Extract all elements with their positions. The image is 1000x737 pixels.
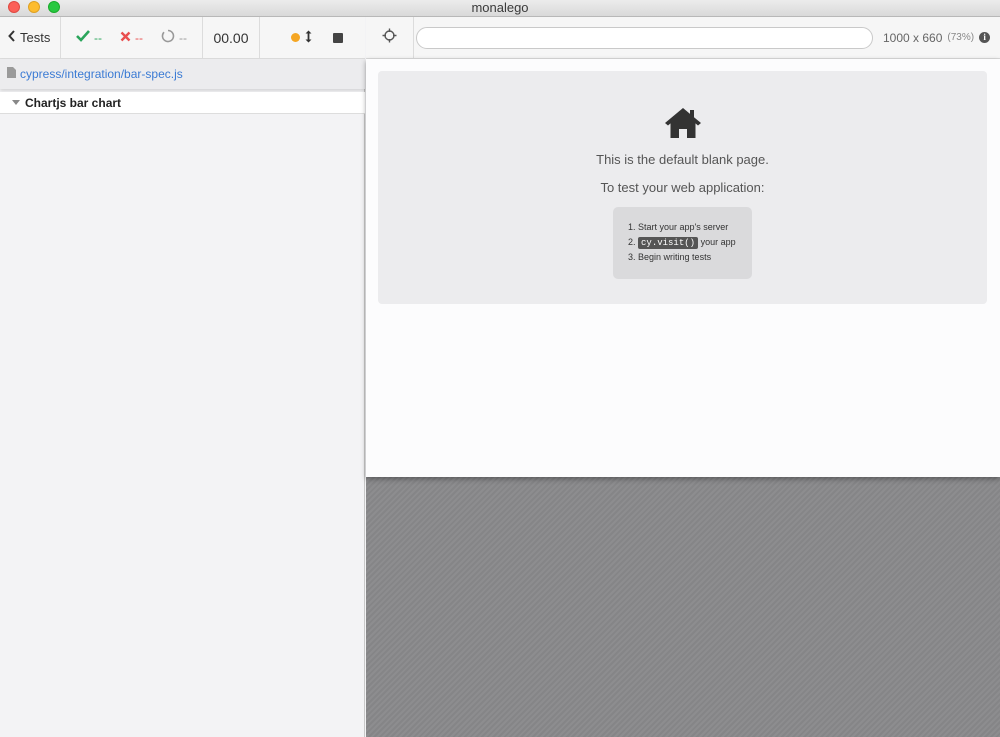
stats-group: -- -- -- [61,16,203,59]
pending-stat[interactable]: -- [161,29,187,46]
blank-page-heading: This is the default blank page. [596,152,769,167]
reporter-panel: Tests -- -- -- 00.00 cypress/integration… [0,16,365,737]
zoom-level: (73%) [947,32,975,43]
runner-panel: 1000 x 660 (73%) i This is the default b… [366,16,1000,737]
check-icon [76,30,90,45]
instruction-step: 3. Begin writing tests [628,250,752,265]
step-number: 2. [628,237,636,247]
step-number: 3. [628,252,636,262]
duration-display: 00.00 [203,16,260,59]
runner-header: 1000 x 660 (73%) i [366,16,1000,59]
run-controls [260,17,365,59]
status-dot-icon [290,33,300,42]
step-text: Begin writing tests [638,252,712,262]
instruction-step: 1. Start your app's server [628,220,752,235]
spec-file-row: cypress/integration/bar-spec.js [0,59,365,89]
chevron-left-icon [8,30,16,45]
selector-playground-button[interactable] [366,16,414,59]
pending-count: -- [179,30,187,45]
suite-title: Chartjs bar chart [25,95,122,110]
instruction-step: 2. cy.visit() your app [628,235,752,250]
step-number: 1. [628,222,636,232]
url-input[interactable] [416,26,873,49]
app-under-test-frame: This is the default blank page. To test … [366,59,1000,477]
home-icon [664,107,702,144]
viewport-size: 1000 x 660 [883,30,943,45]
passed-stat[interactable]: -- [76,30,102,45]
auto-scroll-toggle[interactable] [290,30,312,46]
step-text: Start your app's server [638,222,729,232]
info-icon[interactable]: i [979,32,991,43]
blank-page-subheading: To test your web application: [600,180,765,195]
x-icon [120,31,131,45]
stop-icon[interactable] [332,32,343,43]
pending-circle-icon [161,29,175,46]
crosshair-icon [382,28,397,48]
step-code: cy.visit() [638,237,699,249]
spec-file-link[interactable]: cypress/integration/bar-spec.js [20,67,183,81]
step-text: your app [700,237,736,247]
window-title: monalego [471,0,529,15]
caret-down-icon [12,100,20,105]
failed-stat[interactable]: -- [120,31,143,45]
passed-count: -- [94,30,102,45]
resize-arrows-icon [305,30,312,46]
tests-back-label: Tests [20,30,51,45]
default-blank-page: This is the default blank page. To test … [378,71,987,304]
viewport-info: 1000 x 660 (73%) i [883,30,991,45]
window-titlebar: monalego [0,0,1000,17]
reporter-header: Tests -- -- -- 00.00 [0,16,365,59]
instructions-box: 1. Start your app's server 2. cy.visit()… [613,207,752,279]
suite-row[interactable]: Chartjs bar chart [0,92,365,114]
failed-count: -- [135,30,143,45]
file-icon [7,65,16,83]
tests-back-button[interactable]: Tests [0,16,61,59]
